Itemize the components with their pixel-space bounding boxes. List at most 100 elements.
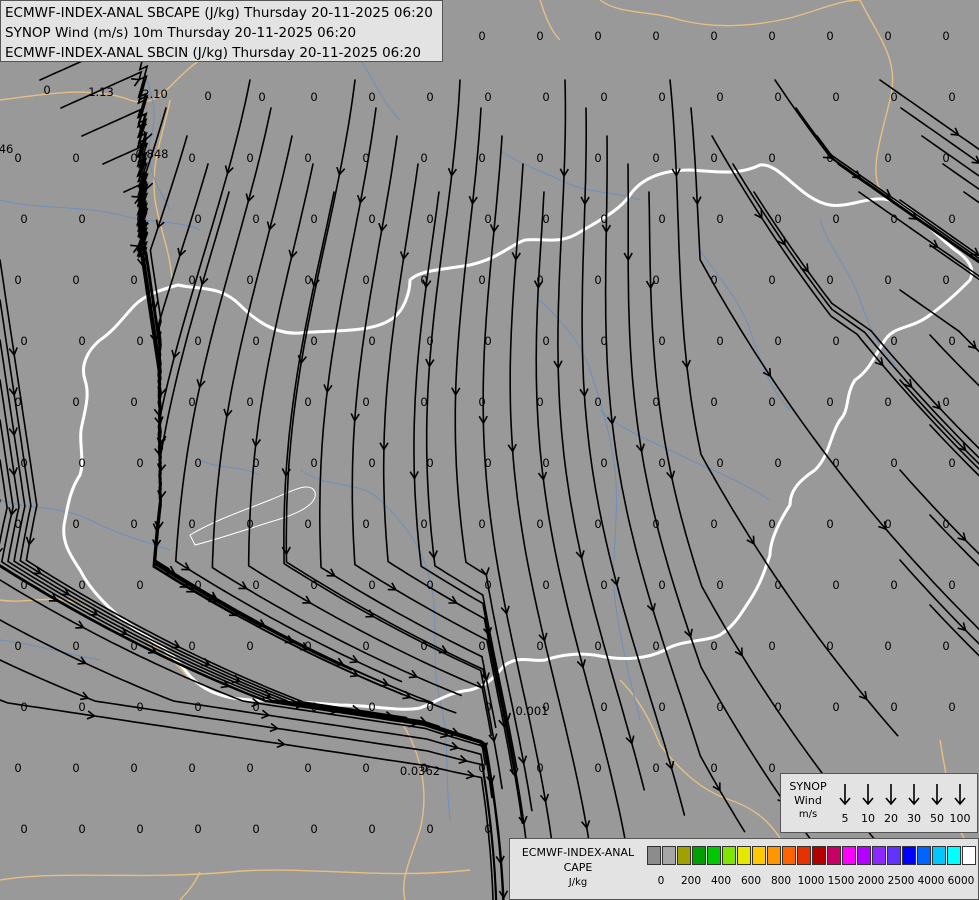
cin-value-zero: 0 [14,761,21,775]
cin-value-zero: 0 [426,456,433,470]
cin-value-zero: 0 [890,334,897,348]
cin-value-zero: 0 [130,395,137,409]
cin-value-zero: 0 [710,273,717,287]
cin-value-zero: 0 [78,578,85,592]
cape-swatch [707,846,721,865]
cin-value-zero: 0 [478,151,485,165]
cin-value-zero: 0 [130,517,137,531]
cin-value-zero: 0 [948,700,955,714]
cin-value-zero: 0 [420,151,427,165]
cin-value-zero: 0 [310,456,317,470]
cin-value-zero: 0 [78,700,85,714]
cin-value-zero: 0 [716,578,723,592]
cin-value-zero: 0 [252,456,259,470]
streamline-map-canvas: 0 0 0 0 0 0 0 0 0 0 0 0 0 0 0 0 0 0 0 0 0 0 0 0 0 0 0 0 0 0 0 0 0 0 0 0 0 0 0 0… [0,0,979,900]
cin-value-zero: 0 [716,212,723,226]
hungary-border-line [62,163,974,711]
cin-value-zero: 0 [716,334,723,348]
cin-value-zero: 0 [72,639,79,653]
cin-value-zero: 0 [652,517,659,531]
cin-value-zero: 0 [78,334,85,348]
cin-value-zero: 0 [658,334,665,348]
cin-value-zero: 0 [20,334,27,348]
cape-swatch [677,846,691,865]
wind-barb-icons [839,784,966,806]
lake-outline [189,486,316,546]
cin-value-zero: 0 [252,700,259,714]
cin-value-zero: 0 [768,151,775,165]
cin-value-zero: 0 [130,761,137,775]
cin-value-zero: 0 [20,212,27,226]
cin-value-zero: 0 [832,700,839,714]
cin-value-zero: 0 [194,578,201,592]
cin-value-zero: 0 [78,212,85,226]
cin-value-zero: 0 [20,822,27,836]
rivers [0,0,901,821]
cin-value-zero: 0 [600,90,607,104]
cin-value-zero: 0 [362,395,369,409]
cin-value-zero: 0 [774,456,781,470]
cin-value-zero: 0 [774,578,781,592]
cin-value-zero: 0 [304,273,311,287]
cin-value-zero: 0 [600,212,607,226]
cin-value-zero: 0 [368,700,375,714]
title-sbcin: ECMWF-INDEX-ANAL SBCIN (J/kg) Thursday 2… [5,45,421,61]
cin-value-zero: 0 [72,517,79,531]
cin-value-zero: 0 [310,578,317,592]
cin-value-zero: 0 [716,90,723,104]
cin-value-zero: 0 [252,578,259,592]
cin-value-zero: 0 [20,700,27,714]
streamline [929,604,979,657]
cape-swatch [692,846,706,865]
cin-value-zero: 0 [310,700,317,714]
streamline [211,135,462,697]
cin-value-zero: 0 [832,578,839,592]
cin-value-zero: 0 [600,700,607,714]
synop-legend-title: SYNOP Wind m/s [789,780,827,820]
river-line [599,409,771,501]
cin-value-zero: 0 [942,395,949,409]
cin-value-zero: 0 [194,456,201,470]
cin-value-zero: 0 [246,761,253,775]
cin-value-zero: 0 [310,334,317,348]
streamline [39,32,162,504]
cin-value-zero: 0 [594,761,601,775]
cin-value-zero: 0 [542,334,549,348]
cin-value-zero: 0 [658,212,665,226]
cin-value-zero: 0 [542,90,549,104]
cin-value-zero: 0 [890,700,897,714]
cin-value-zero: 0 [426,822,433,836]
cin-value-zero: 0 [136,822,143,836]
cin-value-zero: 0 [884,517,891,531]
cin-value: 1.13 [88,85,114,99]
synop-speed-20: 20 [884,812,898,825]
cin-value-zero: 0 [890,90,897,104]
cin-value-zero: 0 [14,273,21,287]
streamline [0,699,494,900]
streamline [732,163,979,459]
cin-value-zero: 0 [884,29,891,43]
cin-value-zero: 0 [890,456,897,470]
cin-value-zero: 0 [890,578,897,592]
cin-value-zero: 0 [768,273,775,287]
streamline [0,659,497,900]
streamline [0,379,487,766]
cin-value-zero: 0 [594,517,601,531]
streamline [535,191,636,900]
cape-tick-label: 6000 [947,875,975,887]
streamline [899,469,979,555]
cin-value-zero: 0 [542,578,549,592]
cin-value-zero: 0 [942,29,949,43]
cin-value-zero: 0 [426,578,433,592]
cin-value: 0 [43,83,50,97]
cape-swatch [902,846,916,865]
weather-map[interactable]: 0 0 0 0 0 0 0 0 0 0 0 0 0 0 0 0 0 0 0 0 0 0 0 0 0 0 0 0 0 0 0 0 0 0 0 0 0 0 0 0… [0,0,979,900]
cin-value-zero: 0 [426,700,433,714]
synop-wind-legend: SYNOP Wind m/s 5 10 20 30 50 100 [780,773,978,833]
cape-swatch [947,846,961,865]
cape-legend-title: ECMWF-INDEX-ANAL CAPE J/kg [521,846,635,888]
streamline [247,163,492,736]
cape-swatch [797,846,811,865]
cin-value-zero: 0 [594,151,601,165]
cin-value-zero: 0 [768,29,775,43]
